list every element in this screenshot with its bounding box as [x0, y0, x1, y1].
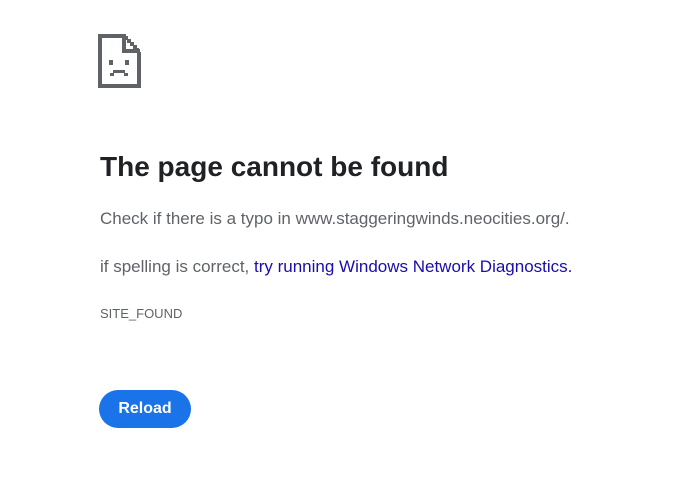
- sad-page-icon: [98, 34, 141, 88]
- error-page: The page cannot be found Check if there …: [0, 0, 686, 484]
- page-title: The page cannot be found: [100, 151, 449, 182]
- spelling-hint-prefix: if spelling is correct,: [100, 257, 254, 276]
- spelling-hint-text: if spelling is correct, try running Wind…: [100, 256, 572, 278]
- error-code: SITE_FOUND: [100, 306, 183, 321]
- typo-hint-text: Check if there is a typo in www.staggeri…: [100, 209, 570, 228]
- network-diagnostics-link[interactable]: try running Windows Network Diagnostics.: [254, 257, 572, 276]
- reload-button[interactable]: Reload: [99, 390, 191, 428]
